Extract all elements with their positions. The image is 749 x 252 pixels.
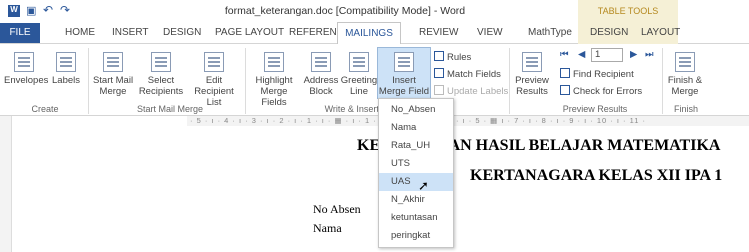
check-errors-button[interactable]: Check for Errors xyxy=(560,85,642,97)
separator xyxy=(245,48,246,114)
tab-view[interactable]: VIEW xyxy=(477,27,503,38)
separator xyxy=(509,48,510,114)
merge-field-item[interactable]: No_Absen xyxy=(379,101,453,119)
envelopes-button[interactable]: Envelopes xyxy=(4,52,48,86)
preview-icon xyxy=(522,52,542,72)
tab-design[interactable]: DESIGN xyxy=(163,27,201,38)
match-fields-button[interactable]: Match Fields xyxy=(434,68,501,80)
start-mail-merge-label: Start Mail Merge xyxy=(92,75,134,97)
select-recipients-button[interactable]: Select Recipients xyxy=(138,52,184,97)
finish-merge-label: Finish & Merge xyxy=(667,75,703,97)
merge-field-item[interactable]: N_Akhir xyxy=(379,191,453,209)
envelopes-label: Envelopes xyxy=(4,75,49,86)
vertical-ruler[interactable] xyxy=(0,116,12,252)
labels-icon xyxy=(56,52,76,72)
address-block-icon xyxy=(311,52,331,72)
greeting-line-button[interactable]: Greeting Line xyxy=(340,52,378,97)
insert-merge-field-label: Insert Merge Field xyxy=(378,75,430,97)
tab-table-layout[interactable]: LAYOUT xyxy=(641,27,680,38)
match-fields-label: Match Fields xyxy=(447,69,501,80)
merge-field-item[interactable]: UTS xyxy=(379,155,453,173)
find-recipient-icon xyxy=(560,68,570,78)
highlight-icon xyxy=(264,52,284,72)
tab-mathtype[interactable]: MathType xyxy=(528,27,572,38)
merge-field-item[interactable]: ketuntasan xyxy=(379,209,453,227)
merge-field-dropdown: No_Absen Nama Rata_UH UTS UAS N_Akhir ke… xyxy=(378,98,454,248)
table-tools-label: TABLE TOOLS xyxy=(597,6,659,16)
field-label-no-absen: No Absen xyxy=(313,202,361,216)
highlight-label: Highlight Merge Fields xyxy=(255,75,293,108)
rules-icon xyxy=(434,51,444,61)
labels-label: Labels xyxy=(52,75,80,86)
separator xyxy=(88,48,89,114)
merge-field-item[interactable]: peringkat xyxy=(379,227,453,245)
find-recipient-button[interactable]: Find Recipient xyxy=(560,68,634,80)
greeting-line-label: Greeting Line xyxy=(340,75,378,97)
update-labels-button[interactable]: Update Labels xyxy=(434,85,508,97)
group-start-mail-merge: Start Mail Merge xyxy=(136,104,204,114)
update-labels-icon xyxy=(434,85,444,95)
merge-field-item[interactable]: Rata_UH xyxy=(379,137,453,155)
preview-results-label: Preview Results xyxy=(515,75,549,97)
tab-file[interactable]: FILE xyxy=(0,23,40,43)
edit-list-icon xyxy=(204,52,224,72)
labels-button[interactable]: Labels xyxy=(48,52,84,86)
merge-field-item-selected[interactable]: UAS xyxy=(379,173,453,191)
mail-merge-icon xyxy=(103,52,123,72)
tab-table-design[interactable]: DESIGN xyxy=(590,27,628,38)
document-heading-2: KERTANAGARA KELAS XII IPA 1 xyxy=(470,167,723,184)
check-errors-label: Check for Errors xyxy=(573,86,643,97)
mouse-cursor-icon: ➚ xyxy=(418,178,429,193)
group-finish: Finish xyxy=(673,104,698,114)
insert-merge-field-button[interactable]: Insert Merge Field xyxy=(377,47,431,99)
next-record-icon[interactable]: ▶ xyxy=(630,49,637,60)
update-labels-label: Update Labels xyxy=(447,86,509,97)
match-fields-icon xyxy=(434,68,444,78)
greeting-line-icon xyxy=(349,52,369,72)
edit-recipient-list-button[interactable]: Edit Recipient List xyxy=(187,52,241,108)
check-errors-icon xyxy=(560,85,570,95)
envelope-icon xyxy=(14,52,34,72)
window-title: format_keterangan.doc [Compatibility Mod… xyxy=(224,5,466,17)
find-recipient-label: Find Recipient xyxy=(573,69,634,80)
rules-button[interactable]: Rules xyxy=(434,51,471,63)
group-preview-results: Preview Results xyxy=(562,104,628,114)
select-recipients-label: Select Recipients xyxy=(138,75,184,97)
finish-merge-icon xyxy=(675,52,695,72)
record-number-input[interactable]: 1 xyxy=(591,48,623,62)
tab-page-layout[interactable]: PAGE LAYOUT xyxy=(215,27,284,38)
tab-insert[interactable]: INSERT xyxy=(112,27,149,38)
finish-merge-button[interactable]: Finish & Merge xyxy=(665,52,705,97)
highlight-merge-fields-button[interactable]: Highlight Merge Fields xyxy=(249,52,299,108)
tab-mailings[interactable]: MAILINGS xyxy=(337,22,401,44)
rules-label: Rules xyxy=(447,52,472,63)
start-mail-merge-button[interactable]: Start Mail Merge xyxy=(91,52,135,97)
field-label-nama: Nama xyxy=(313,221,342,235)
address-block-label: Address Block xyxy=(303,75,339,97)
preview-results-button[interactable]: Preview Results xyxy=(512,52,552,97)
group-create: Create xyxy=(31,104,59,114)
recipients-icon xyxy=(151,52,171,72)
tab-review[interactable]: REVIEW xyxy=(419,27,458,38)
merge-field-item[interactable]: Nama xyxy=(379,119,453,137)
first-record-icon[interactable]: ⏮ xyxy=(560,49,569,60)
tab-home[interactable]: HOME xyxy=(65,27,95,38)
previous-record-icon[interactable]: ◀ xyxy=(578,49,585,60)
insert-merge-field-icon xyxy=(394,52,414,72)
address-block-button[interactable]: Address Block xyxy=(303,52,339,97)
last-record-icon[interactable]: ⏭ xyxy=(645,49,654,60)
